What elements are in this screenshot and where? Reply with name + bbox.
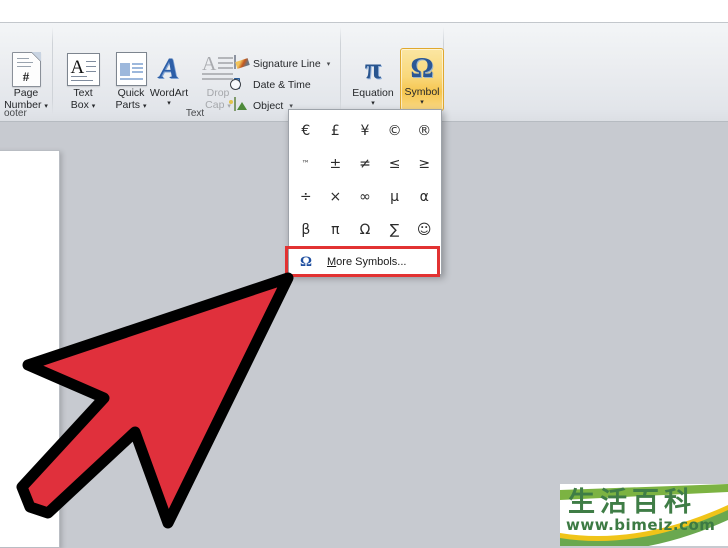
symbol-cell-greater-than-equal-sign[interactable]: ≥ xyxy=(409,147,439,180)
symbol-cell-division-sign[interactable]: ÷ xyxy=(291,180,321,213)
date-time-button[interactable]: 5 Date & Time xyxy=(234,75,311,94)
drop-cap-label-2: Cap ▾ xyxy=(205,98,231,111)
symbol-cell-not-equal-sign[interactable]: ≠ xyxy=(350,147,380,180)
chevron-down-icon[interactable]: ▾ xyxy=(167,100,171,108)
text-box-icon: A xyxy=(66,50,100,88)
symbol-button[interactable]: Ω Symbol ▾ xyxy=(400,48,444,111)
object-icon xyxy=(234,97,249,113)
symbol-cell-sigma-sign[interactable]: ∑ xyxy=(380,213,410,246)
page-number-label-2: Number ▾ xyxy=(4,98,48,111)
watermark-chinese-text: 生活百科 xyxy=(568,487,696,518)
date-time-icon: 5 xyxy=(234,78,241,89)
watermark-url: www.bimeiz.com xyxy=(566,516,716,534)
object-label: Object xyxy=(253,99,284,112)
symbol-cell-less-than-equal-sign[interactable]: ≤ xyxy=(380,147,410,180)
more-symbols-wrap: Ω More Symbols... xyxy=(289,250,441,274)
symbol-cell-infinity-sign[interactable]: ∞ xyxy=(350,180,380,213)
page-number-button[interactable]: # Page Number ▾ xyxy=(0,50,52,111)
date-time-label: Date & Time xyxy=(253,78,311,91)
symbol-cell-micro-sign[interactable]: µ xyxy=(380,180,410,213)
wordart-icon: A xyxy=(158,52,179,85)
symbol-cell-pound-sign[interactable]: £ xyxy=(321,114,351,147)
ribbon: ooter Text # Page Number ▾ A Text Box ▾ … xyxy=(0,23,728,122)
more-symbols-label: More Symbols... xyxy=(327,256,407,268)
page-number-icon: # xyxy=(11,50,41,88)
equation-pi-icon: π xyxy=(364,52,382,85)
symbol-grid: € £ ¥ © ® ™ ± ≠ ≤ ≥ ÷ × ∞ µ α β π Ω ∑ ☺ xyxy=(289,110,441,250)
chevron-down-icon[interactable]: ▾ xyxy=(44,103,48,110)
text-box-label-2: Box ▾ xyxy=(70,98,96,111)
symbol-label: Symbol xyxy=(404,86,440,98)
chevron-down-icon[interactable]: ▾ xyxy=(327,60,331,68)
watermark: 生活百科 www.bimeiz.com xyxy=(560,484,728,546)
group-separator-1 xyxy=(52,27,53,115)
text-box-button[interactable]: A Text Box ▾ xyxy=(57,50,109,111)
equation-button[interactable]: π Equation ▾ xyxy=(346,50,400,108)
symbol-omega-icon: Ω xyxy=(410,51,434,84)
symbol-cell-pi-sign[interactable]: π xyxy=(321,213,351,246)
signature-line-icon xyxy=(234,55,249,71)
symbol-cell-trademark-sign[interactable]: ™ xyxy=(291,147,321,180)
document-page[interactable] xyxy=(0,150,60,548)
drop-cap-icon: A xyxy=(202,50,234,88)
group-separator-2 xyxy=(340,27,341,115)
symbol-cell-plus-minus-sign[interactable]: ± xyxy=(321,147,351,180)
symbol-cell-registered-sign[interactable]: ® xyxy=(409,114,439,147)
symbol-cell-omega-sign[interactable]: Ω xyxy=(350,213,380,246)
symbol-dropdown-panel: € £ ¥ © ® ™ ± ≠ ≤ ≥ ÷ × ∞ µ α β π Ω ∑ ☺ … xyxy=(288,109,442,275)
chevron-down-icon[interactable]: ▾ xyxy=(92,103,96,110)
signature-line-label: Signature Line xyxy=(253,57,321,70)
symbol-cell-euro-sign[interactable]: € xyxy=(291,114,321,147)
symbol-cell-multiplication-sign[interactable]: × xyxy=(321,180,351,213)
chevron-down-icon[interactable]: ▾ xyxy=(420,99,424,107)
symbol-cell-alpha-sign[interactable]: α xyxy=(409,180,439,213)
wordart-label: WordArt xyxy=(149,87,189,99)
signature-line-button[interactable]: Signature Line ▾ xyxy=(234,54,330,73)
omega-icon: Ω xyxy=(299,253,312,270)
symbol-cell-copyright-sign[interactable]: © xyxy=(380,114,410,147)
symbol-cell-beta-sign[interactable]: β xyxy=(291,213,321,246)
window-top-strip xyxy=(0,0,728,23)
wordart-button[interactable]: A WordArt ▾ xyxy=(140,50,198,108)
chevron-down-icon[interactable]: ▾ xyxy=(371,100,375,108)
more-symbols-menu-item[interactable]: Ω More Symbols... xyxy=(289,250,441,274)
symbol-cell-smiley-sign[interactable]: ☺ xyxy=(409,213,439,246)
symbol-cell-yen-sign[interactable]: ¥ xyxy=(350,114,380,147)
equation-label: Equation xyxy=(352,87,394,99)
object-button[interactable]: Object ▾ xyxy=(234,96,293,115)
